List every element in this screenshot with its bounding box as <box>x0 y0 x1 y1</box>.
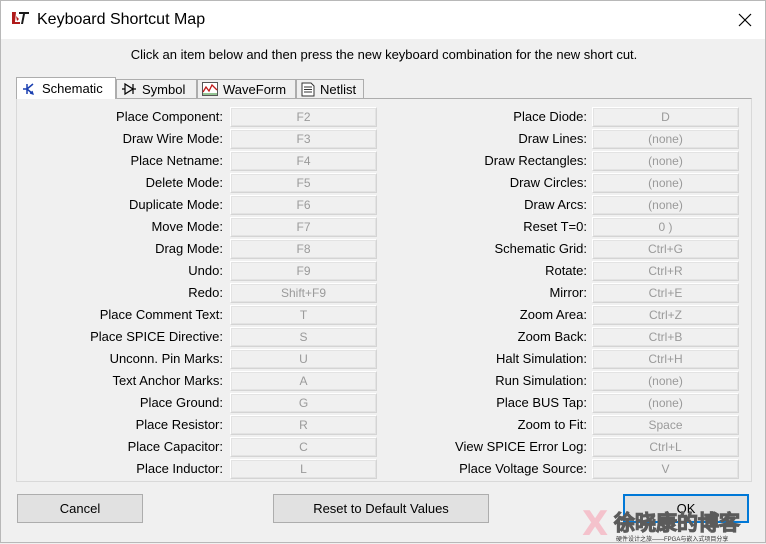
shortcut-label: Reset T=0: <box>523 219 587 234</box>
tab-label: Symbol <box>142 81 186 97</box>
shortcut-key-field[interactable]: Space <box>592 415 739 435</box>
shortcut-key-field[interactable]: F7 <box>230 217 377 237</box>
waveform-icon <box>202 82 218 96</box>
tab-label: Netlist <box>320 81 357 97</box>
shortcut-label: Draw Rectangles: <box>484 153 587 168</box>
shortcut-key-field[interactable]: Ctrl+L <box>592 437 739 457</box>
tab-label: Schematic <box>42 81 103 96</box>
shortcut-label: Draw Arcs: <box>524 197 587 212</box>
shortcut-label: Place Diode: <box>513 109 587 124</box>
shortcut-key-field[interactable]: F6 <box>230 195 377 215</box>
shortcut-label: Text Anchor Marks: <box>112 373 223 388</box>
shortcut-key-field[interactable]: 0 ) <box>592 217 739 237</box>
shortcut-key-field[interactable]: (none) <box>592 129 739 149</box>
shortcut-label: Place Voltage Source: <box>459 461 587 476</box>
watermark: X 徐晓康的博客 硬件设计之旅——FPGA与嵌入式项目分享 <box>582 505 766 544</box>
shortcut-label: Halt Simulation: <box>495 351 587 366</box>
shortcut-key-field[interactable]: G <box>230 393 377 413</box>
shortcut-label: Place Inductor: <box>136 461 223 476</box>
shortcut-label: Place Ground: <box>139 395 223 410</box>
shortcut-label: Place Component: <box>116 109 223 124</box>
shortcut-key-field[interactable]: F2 <box>230 107 377 127</box>
shortcut-key-field[interactable]: L <box>230 459 377 479</box>
title-bar: Keyboard Shortcut Map <box>1 1 765 39</box>
ltspice-logo-icon <box>10 10 30 26</box>
shortcut-key-field[interactable]: S <box>230 327 377 347</box>
watermark-x-logo: X <box>582 504 609 544</box>
shortcut-label: View SPICE Error Log: <box>455 439 587 454</box>
shortcut-label: Undo: <box>188 263 223 278</box>
close-button[interactable] <box>723 1 766 39</box>
shortcut-key-field[interactable]: Ctrl+G <box>592 239 739 259</box>
shortcut-key-field[interactable]: U <box>230 349 377 369</box>
cancel-button[interactable]: Cancel <box>17 494 143 523</box>
tab-waveform[interactable]: WaveForm <box>197 79 296 98</box>
netlist-document-icon <box>301 82 315 96</box>
shortcut-key-field[interactable]: (none) <box>592 393 739 413</box>
shortcut-key-field[interactable]: C <box>230 437 377 457</box>
shortcut-label: Move Mode: <box>151 219 223 234</box>
shortcut-key-field[interactable]: (none) <box>592 151 739 171</box>
shortcut-key-field[interactable]: V <box>592 459 739 479</box>
tab-netlist[interactable]: Netlist <box>296 79 364 98</box>
keyboard-shortcut-dialog: Keyboard Shortcut Map Click an item belo… <box>0 0 766 543</box>
shortcut-label: Draw Wire Mode: <box>122 131 223 146</box>
symbol-diode-icon <box>122 82 136 96</box>
shortcut-key-field[interactable]: T <box>230 305 377 325</box>
schematic-component-icon <box>23 82 34 95</box>
shortcut-key-field[interactable]: (none) <box>592 371 739 391</box>
shortcut-label: Place BUS Tap: <box>496 395 587 410</box>
shortcut-label: Duplicate Mode: <box>129 197 223 212</box>
shortcut-key-field[interactable]: R <box>230 415 377 435</box>
tab-symbol[interactable]: Symbol <box>116 79 197 98</box>
shortcut-key-field[interactable]: Ctrl+B <box>592 327 739 347</box>
reset-defaults-button[interactable]: Reset to Default Values <box>273 494 489 523</box>
shortcut-key-field[interactable]: Ctrl+R <box>592 261 739 281</box>
shortcut-label: Place Capacitor: <box>127 439 223 454</box>
shortcut-key-field[interactable]: F5 <box>230 173 377 193</box>
shortcut-label: Unconn. Pin Marks: <box>109 351 223 366</box>
shortcut-key-field[interactable]: F9 <box>230 261 377 281</box>
shortcut-label: Drag Mode: <box>155 241 223 256</box>
shortcut-key-field[interactable]: Ctrl+Z <box>592 305 739 325</box>
shortcut-key-field[interactable]: (none) <box>592 173 739 193</box>
shortcut-label: Mirror: <box>549 285 587 300</box>
shortcut-label: Place Netname: <box>130 153 224 168</box>
instruction-text: Click an item below and then press the n… <box>130 47 638 62</box>
shortcut-label: Draw Lines: <box>518 131 587 146</box>
shortcut-label: Rotate: <box>545 263 587 278</box>
shortcut-label: Draw Circles: <box>509 175 587 190</box>
close-x-icon <box>738 13 752 27</box>
shortcut-label: Schematic Grid: <box>494 241 587 256</box>
tab-schematic[interactable]: Schematic <box>16 77 116 99</box>
shortcut-key-field[interactable]: Ctrl+H <box>592 349 739 369</box>
watermark-title: 徐晓康的博客 <box>614 511 741 536</box>
window-title: Keyboard Shortcut Map <box>37 11 206 28</box>
shortcut-key-field[interactable]: Shift+F9 <box>230 283 377 303</box>
shortcut-label: Zoom Area: <box>519 307 587 322</box>
shortcut-key-field[interactable]: (none) <box>592 195 739 215</box>
shortcut-label: Place Comment Text: <box>99 307 223 322</box>
shortcut-label: Zoom to Fit: <box>517 417 587 432</box>
shortcut-key-field[interactable]: F8 <box>230 239 377 259</box>
shortcut-label: Place Resistor: <box>135 417 223 432</box>
shortcut-label: Zoom Back: <box>517 329 587 344</box>
tab-label: WaveForm <box>223 81 287 97</box>
shortcut-key-field[interactable]: A <box>230 371 377 391</box>
shortcut-key-field[interactable]: D <box>592 107 739 127</box>
shortcut-key-field[interactable]: F4 <box>230 151 377 171</box>
watermark-subtitle: 硬件设计之旅——FPGA与嵌入式项目分享 <box>616 537 729 543</box>
shortcut-label: Run Simulation: <box>495 373 587 388</box>
shortcut-label: Redo: <box>188 285 223 300</box>
shortcut-label: Place SPICE Directive: <box>90 329 223 344</box>
shortcut-key-field[interactable]: F3 <box>230 129 377 149</box>
shortcut-key-field[interactable]: Ctrl+E <box>592 283 739 303</box>
shortcut-label: Delete Mode: <box>145 175 223 190</box>
